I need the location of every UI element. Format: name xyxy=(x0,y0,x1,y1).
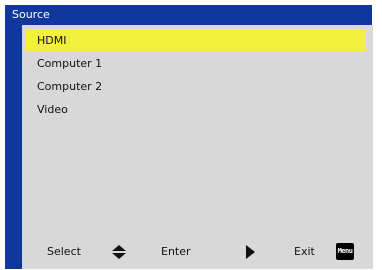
menu-key-icon: Menu xyxy=(336,243,354,260)
source-item-computer-2[interactable]: Computer 2 xyxy=(25,75,366,98)
footer-help-bar: Select Enter Exit Menu xyxy=(22,234,373,269)
source-item-hdmi[interactable]: HDMI xyxy=(25,29,366,52)
up-down-arrow-icon xyxy=(111,244,127,260)
source-item-video[interactable]: Video xyxy=(25,98,366,121)
osd-title: Source xyxy=(12,8,50,21)
enter-label: Enter xyxy=(161,245,191,258)
source-item-computer-1[interactable]: Computer 1 xyxy=(25,52,366,75)
source-list-panel: HDMI Computer 1 Computer 2 Video xyxy=(22,25,373,234)
right-triangle-icon xyxy=(244,244,256,260)
select-label: Select xyxy=(47,245,81,258)
osd-window: Source HDMI Computer 1 Computer 2 Video … xyxy=(5,5,373,269)
exit-label: Exit xyxy=(294,245,315,258)
